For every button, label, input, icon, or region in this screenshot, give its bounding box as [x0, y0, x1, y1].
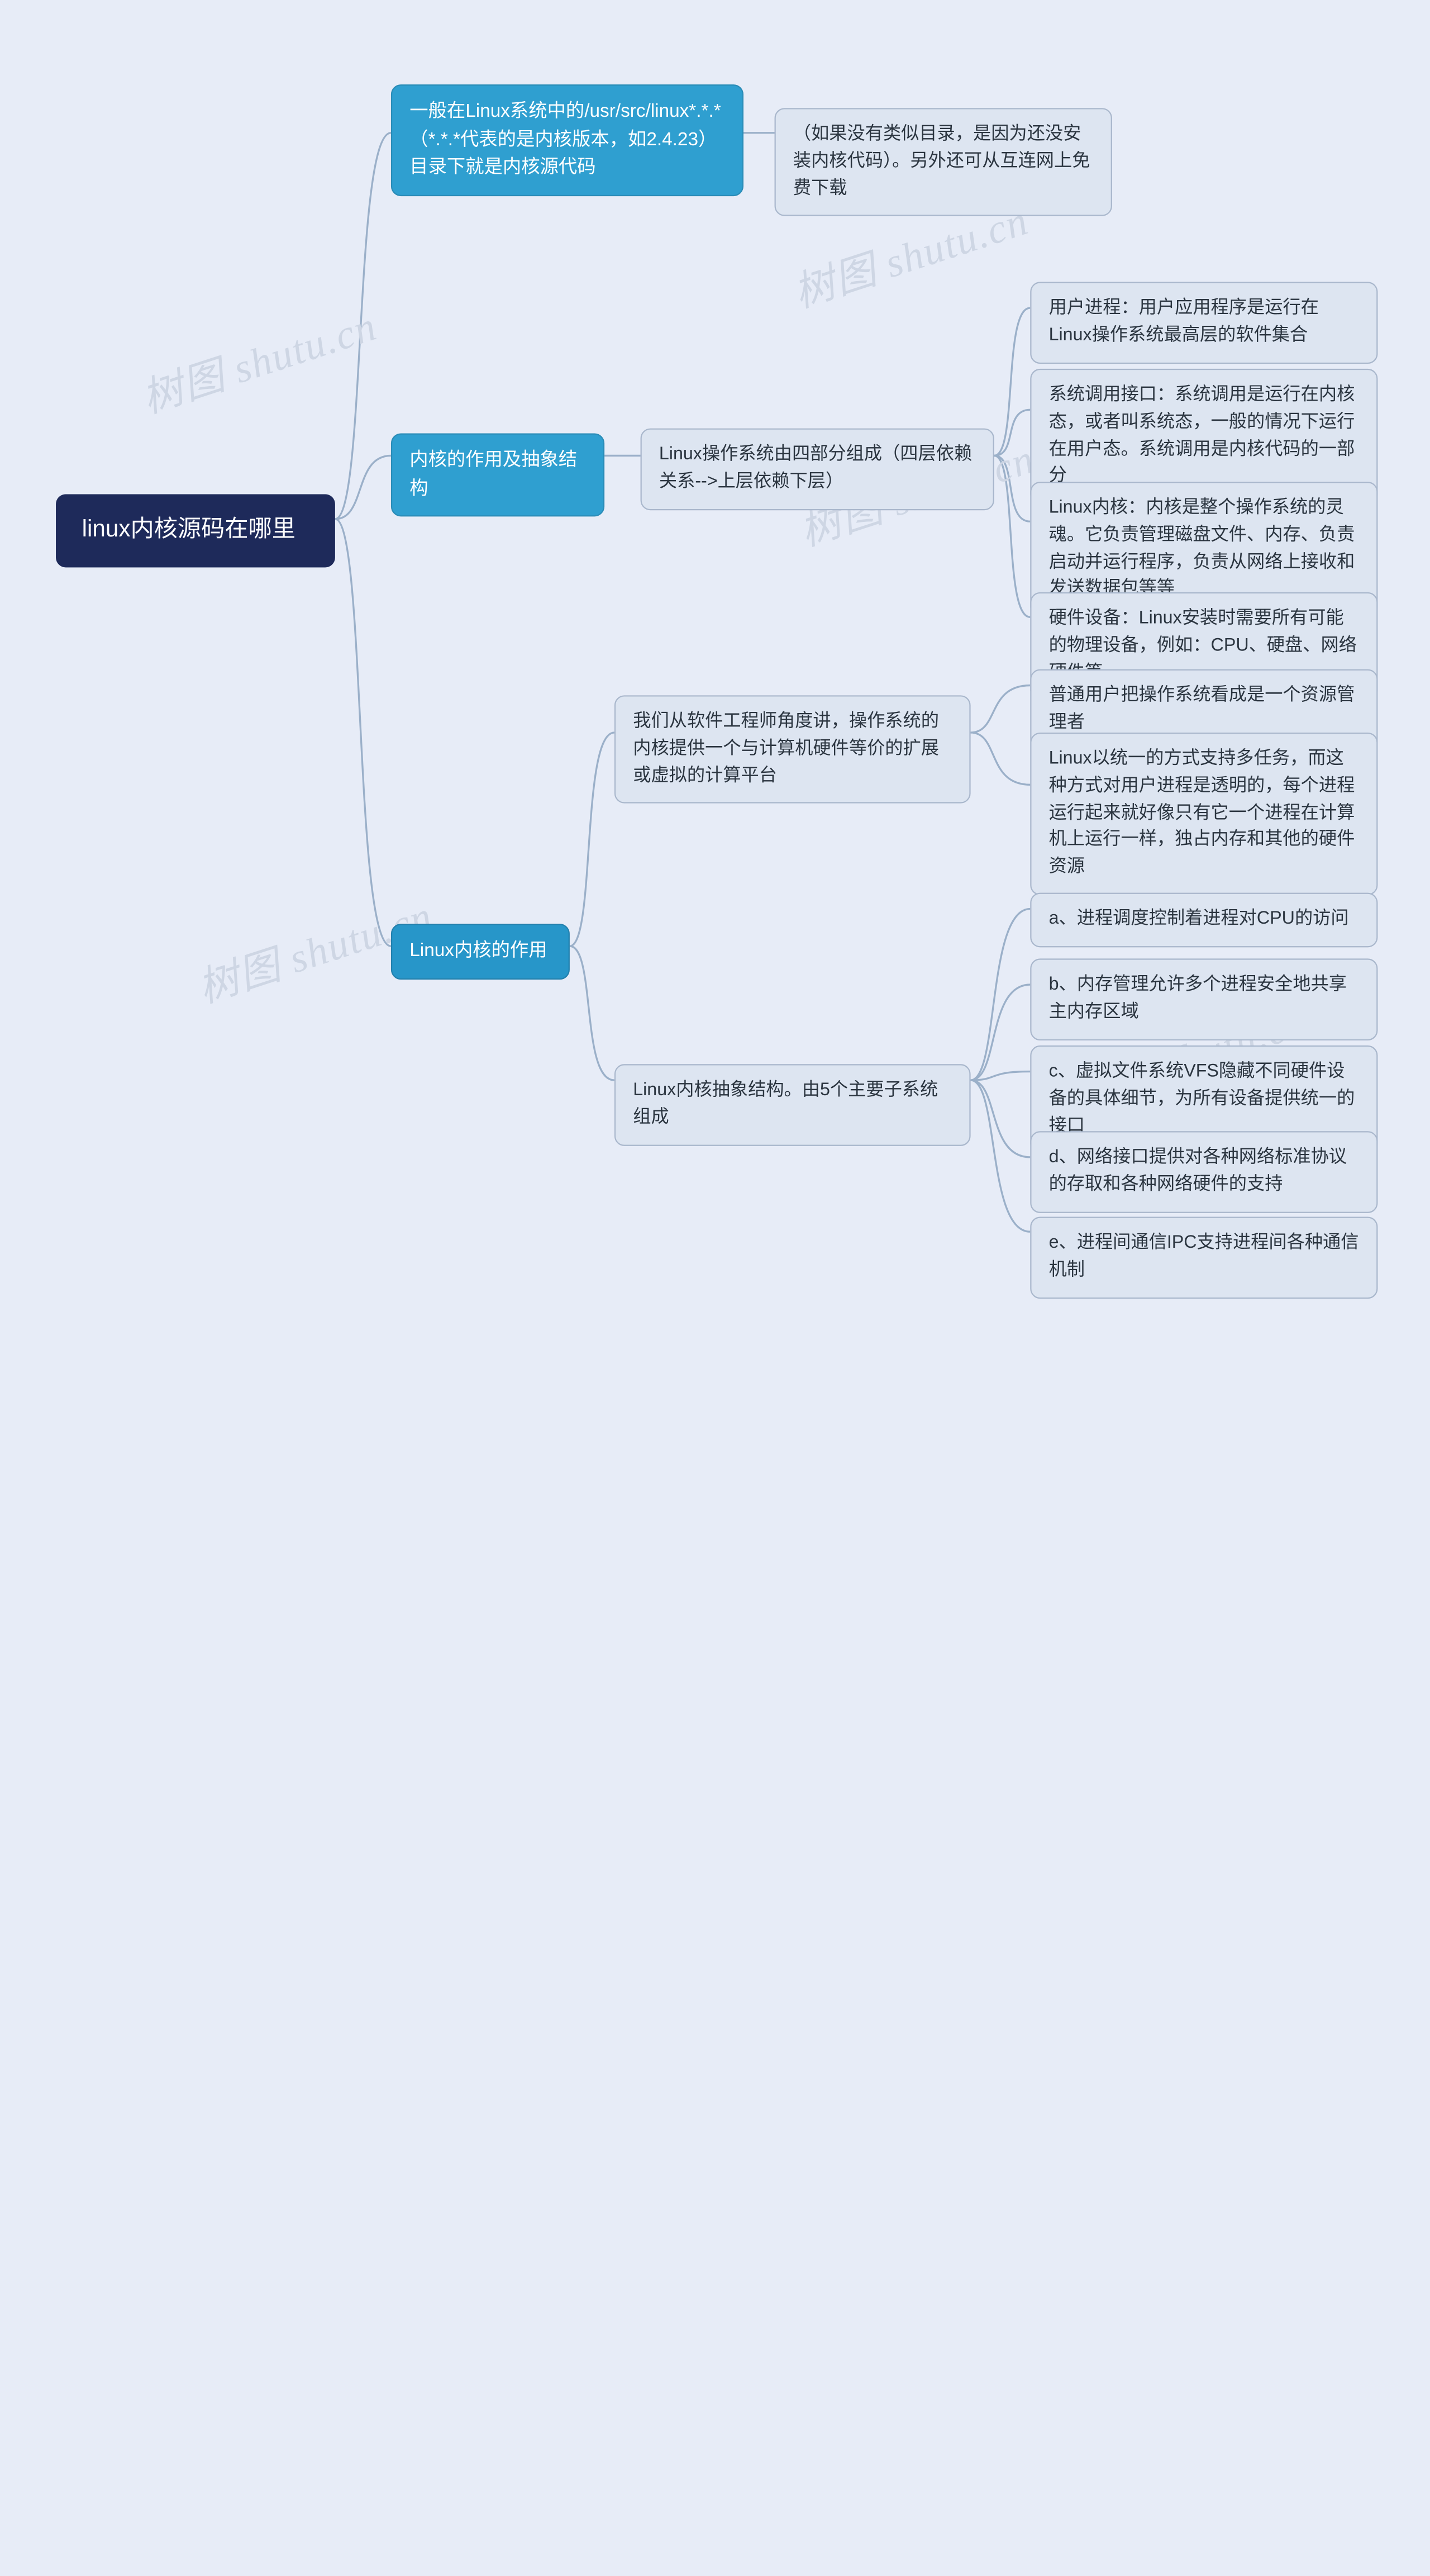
branch-2-desc[interactable]: Linux操作系统由四部分组成（四层依赖关系-->上层依赖下层） [641, 429, 994, 510]
branch-3-sub1[interactable]: 我们从软件工程师角度讲，操作系统的内核提供一个与计算机硬件等价的扩展或虚拟的计算… [614, 695, 971, 804]
branch-3-sub2-item-1[interactable]: b、内存管理允许多个进程安全地共享主内存区域 [1030, 958, 1377, 1040]
branch-3-sub1-item-1[interactable]: Linux以统一的方式支持多任务，而这种方式对用户进程是透明的，每个进程运行起来… [1030, 733, 1377, 895]
branch-1-child[interactable]: （如果没有类似目录，是因为还没安装内核代码）。另外还可从互连网上免费下载 [775, 108, 1112, 216]
branch-3-sub2-item-0[interactable]: a、进程调度控制着进程对CPU的访问 [1030, 893, 1377, 947]
branch-3-sub2[interactable]: Linux内核抽象结构。由5个主要子系统组成 [614, 1064, 971, 1146]
branch-2[interactable]: 内核的作用及抽象结构 [391, 433, 604, 516]
watermark: 树图 shutu.cn [134, 293, 384, 425]
branch-3-sub2-item-3[interactable]: d、网络接口提供对各种网络标准协议的存取和各种网络硬件的支持 [1030, 1131, 1377, 1213]
branch-2-item-0[interactable]: 用户进程：用户应用程序是运行在Linux操作系统最高层的软件集合 [1030, 282, 1377, 363]
branch-1[interactable]: 一般在Linux系统中的/usr/src/linux*.*.*（*.*.*代表的… [391, 84, 743, 196]
branch-3-sub2-item-4[interactable]: e、进程间通信IPC支持进程间各种通信机制 [1030, 1217, 1377, 1299]
root-node[interactable]: linux内核源码在哪里 [56, 494, 335, 567]
branch-3[interactable]: Linux内核的作用 [391, 924, 570, 979]
